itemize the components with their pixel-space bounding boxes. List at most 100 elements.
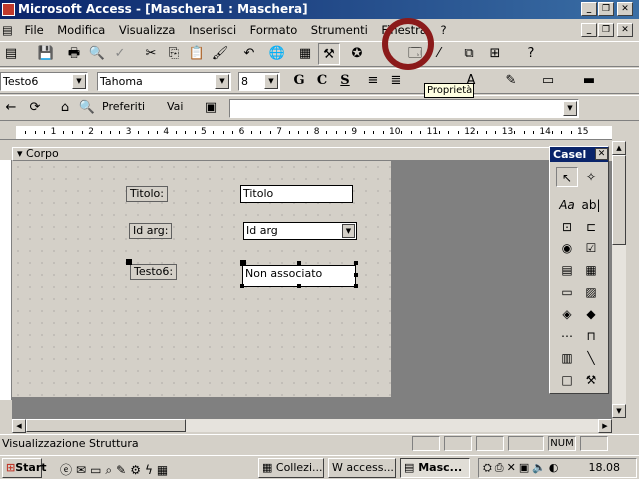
label-tool-icon[interactable]: Aa <box>556 195 578 215</box>
print-icon[interactable]: 🖶 <box>63 43 85 65</box>
app-icon[interactable]: ▦ <box>157 463 172 477</box>
toggle-button-icon[interactable]: ⊏ <box>580 217 602 237</box>
flash-icon[interactable]: ϟ <box>145 463 157 477</box>
menu-help[interactable]: ? <box>435 20 451 40</box>
scroll-left-icon[interactable]: ◀ <box>12 419 26 433</box>
move-handle[interactable] <box>126 259 132 265</box>
spelling-icon[interactable]: ✓ <box>109 43 131 65</box>
new-object-icon[interactable]: ⊞ <box>484 43 506 65</box>
option-group-icon[interactable]: ⊡ <box>556 217 578 237</box>
start-button[interactable]: ⊞Start <box>2 458 47 478</box>
doc-icon[interactable]: ▤ <box>0 20 16 40</box>
refresh-icon[interactable]: ⟳ <box>24 97 46 119</box>
menu-strumenti[interactable]: Strumenti <box>306 20 373 40</box>
goto-menu[interactable]: Vai <box>167 100 183 113</box>
close-button[interactable]: ✕ <box>617 2 633 16</box>
combo-idarg[interactable]: Id arg ▼ <box>243 222 357 240</box>
task-collezioni[interactable]: ▦ Collezi... <box>258 458 324 478</box>
image-tool-icon[interactable]: ▨ <box>580 282 602 302</box>
label-titolo[interactable]: Titolo: <box>126 186 168 202</box>
vertical-scrollbar[interactable]: ▲ ▼ <box>612 141 626 418</box>
more-controls-icon[interactable]: ⚒ <box>580 370 602 390</box>
access-app-icon[interactable] <box>2 3 15 16</box>
doc-restore-button[interactable]: ❐ <box>598 23 614 37</box>
chevron-down-icon[interactable]: ▼ <box>72 74 86 89</box>
label-testo6[interactable]: Testo6: <box>130 264 178 280</box>
chevron-down-icon[interactable]: ▼ <box>215 74 229 89</box>
print-preview-icon[interactable]: 🔍 <box>86 43 108 65</box>
toolbox-title[interactable]: Casel ✕ <box>550 147 608 162</box>
italic-button[interactable]: C <box>311 70 333 92</box>
tools-icon[interactable]: ⚙ <box>130 463 145 477</box>
command-button-icon[interactable]: ▭ <box>556 282 578 302</box>
subform-icon[interactable]: ▥ <box>556 348 578 368</box>
special-effect-icon[interactable]: ▭ <box>537 70 559 92</box>
home-icon[interactable]: ⌂ <box>54 97 76 119</box>
option-button-icon[interactable]: ◉ <box>556 238 578 258</box>
font-combo[interactable]: Tahoma ▼ <box>97 72 231 91</box>
tray-icons[interactable]: ⛭⎙✕▣🔈◐ <box>483 459 562 477</box>
cut-icon[interactable]: ✂ <box>140 43 162 65</box>
line-tool-icon[interactable]: ╲ <box>580 348 602 368</box>
scroll-down-icon[interactable]: ▼ <box>612 404 626 418</box>
object-combo[interactable]: Testo6 ▼ <box>0 72 88 91</box>
control-wizards-icon[interactable]: ✧ <box>580 167 602 187</box>
doc-close-button[interactable]: ✕ <box>617 23 633 37</box>
paste-icon[interactable]: 📋 <box>186 43 208 65</box>
doc-minimize-button[interactable]: _ <box>581 23 597 37</box>
outlook-icon[interactable]: ✉ <box>76 463 90 477</box>
help-icon[interactable]: ? <box>520 43 542 65</box>
copy-icon[interactable]: ⎘ <box>163 43 185 65</box>
menu-modifica[interactable]: Modifica <box>52 20 110 40</box>
menu-visualizza[interactable]: Visualizza <box>114 20 181 40</box>
chevron-down-icon[interactable]: ▼ <box>563 101 577 116</box>
save-icon[interactable]: 💾 <box>35 43 57 65</box>
scroll-right-icon[interactable]: ▶ <box>598 419 612 433</box>
hyperlink-icon[interactable]: 🌐 <box>266 43 288 65</box>
bold-button[interactable]: G <box>288 70 310 92</box>
chevron-down-icon[interactable]: ▼ <box>264 74 278 89</box>
autoformat-icon[interactable]: ✪ <box>346 43 368 65</box>
show-only-web-toolbar-icon[interactable]: ▣ <box>200 97 222 119</box>
favorites-menu[interactable]: Preferiti <box>102 100 145 113</box>
scroll-thumb[interactable] <box>26 419 186 432</box>
listbox-tool-icon[interactable]: ▦ <box>580 260 602 280</box>
select-objects-icon[interactable]: ↖ <box>556 167 578 187</box>
search-web-icon[interactable]: 🔍 <box>76 97 98 119</box>
address-combo[interactable]: ▼ <box>229 99 579 118</box>
maximize-button[interactable]: ❐ <box>598 2 614 16</box>
undo-icon[interactable]: ↶ <box>238 43 260 65</box>
task-access[interactable]: W access... <box>328 458 396 478</box>
scroll-up-icon[interactable]: ▲ <box>612 141 626 155</box>
bound-object-icon[interactable]: ◆ <box>580 304 602 324</box>
underline-button[interactable]: S <box>334 70 356 92</box>
edit-icon[interactable]: ✎ <box>116 463 130 477</box>
minimize-button[interactable]: _ <box>581 2 597 16</box>
tab-control-icon[interactable]: ⊓ <box>580 326 602 346</box>
align-left-icon[interactable]: ≡ <box>362 70 384 92</box>
back-icon[interactable]: ← <box>0 97 22 119</box>
task-maschera[interactable]: ▤ Masc... <box>400 458 470 478</box>
toolbox-icon[interactable]: ⚒ <box>318 43 340 65</box>
scroll-thumb[interactable] <box>612 155 626 245</box>
label-idarg[interactable]: Id arg: <box>129 223 173 239</box>
textbox-titolo[interactable]: Titolo <box>240 185 353 203</box>
resize-handle[interactable] <box>354 261 358 265</box>
resize-handle[interactable] <box>354 273 358 277</box>
rectangle-tool-icon[interactable]: □ <box>556 370 578 390</box>
horizontal-scrollbar[interactable]: ◀ ▶ <box>12 418 612 433</box>
resize-handle[interactable] <box>297 261 301 265</box>
chevron-down-icon[interactable]: ▼ <box>342 224 355 238</box>
page-break-icon[interactable]: ⋯ <box>556 326 578 346</box>
unbound-object-icon[interactable]: ◈ <box>556 304 578 324</box>
combobox-tool-icon[interactable]: ▤ <box>556 260 578 280</box>
resize-handle[interactable] <box>354 284 358 288</box>
ie-icon[interactable]: ⓔ <box>60 463 76 477</box>
section-corpo[interactable]: ▾ Corpo <box>12 147 552 161</box>
search-icon[interactable]: ⌕ <box>105 463 116 477</box>
menu-inserisci[interactable]: Inserisci <box>184 20 241 40</box>
align-center-icon[interactable]: ≣ <box>385 70 407 92</box>
format-painter-icon[interactable]: 🖌 <box>209 43 231 65</box>
line-color-icon[interactable]: ✎ <box>500 70 522 92</box>
size-combo[interactable]: 8 ▼ <box>238 72 280 91</box>
